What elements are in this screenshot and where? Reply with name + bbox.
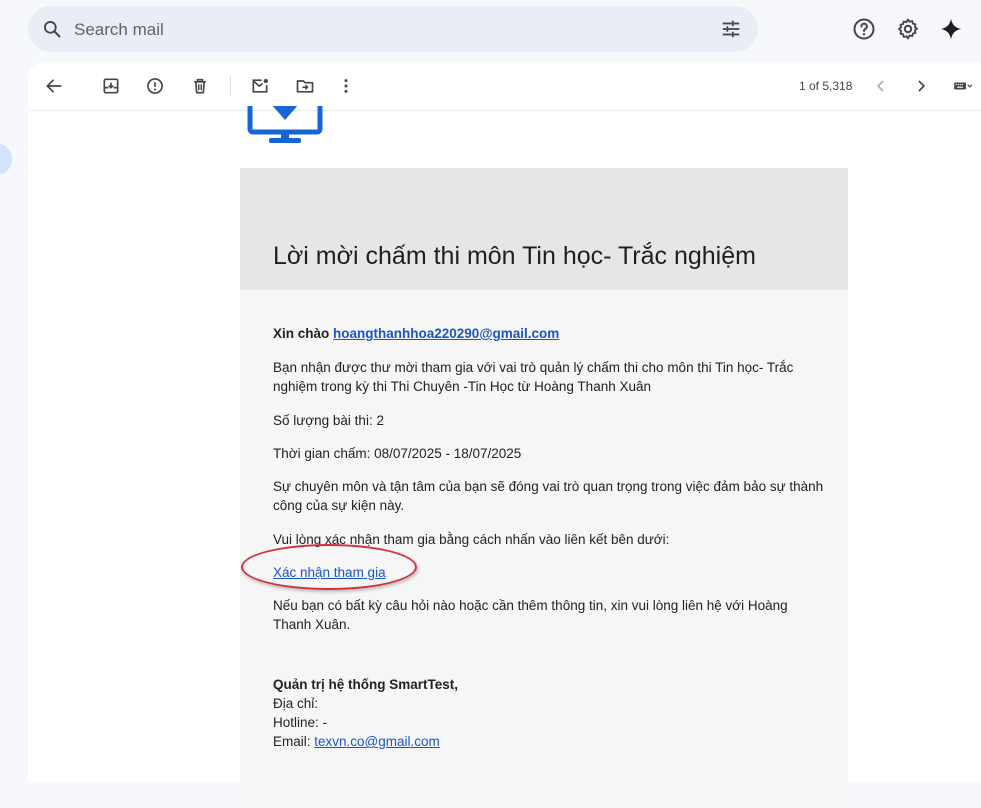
email-body-card: Lời mời chấm thi môn Tin học- Trắc nghiệ… [240,168,848,808]
newer-chevron-left-icon[interactable] [869,74,893,98]
gemini-sparkle-icon[interactable] [939,17,963,41]
signature-address: Địa chỉ: [273,696,319,711]
message-panel: 1 of 5,318 Lời mời chấm thi môn Tin học-… [28,62,981,808]
page-count: 1 of 5,318 [799,79,853,93]
expertise-line-2: công của sự kiện này. [273,498,405,513]
grading-time: Thời gian chấm: 08/07/2025 - 18/07/2025 [273,446,522,461]
search-bar[interactable] [28,6,758,54]
message-toolbar: 1 of 5,318 [28,62,981,111]
report-spam-icon[interactable] [143,74,167,98]
signature-block: Quản trị hệ thống SmartTest, Địa chỉ: Ho… [273,675,828,751]
signature-name: Quản trị hệ thống SmartTest, [273,677,459,692]
sender-logo [247,106,327,148]
contact-line-2: Thanh Xuân. [273,617,351,632]
sidebar-edge-indicator [0,144,12,174]
expertise-paragraph: Sự chuyên môn và tận tâm của bạn sẽ đóng… [273,477,828,515]
older-chevron-right-icon[interactable] [909,74,933,98]
back-arrow-icon[interactable] [42,74,66,98]
search-input[interactable] [72,6,676,54]
contact-line-1: Nếu bạn có bất kỳ câu hỏi nào hoặc cần t… [273,598,788,613]
signature-email-row: Email: texvn.co@gmail.com [273,732,828,751]
more-options-icon[interactable] [334,74,358,98]
signature-email-label: Email: [273,734,315,749]
email-title: Lời mời chấm thi môn Tin học- Trắc nghiệ… [273,242,756,270]
mark-unread-icon[interactable] [248,74,272,98]
toolbar-divider [230,76,231,96]
help-icon[interactable] [852,17,876,41]
intro-paragraph: Bạn nhận được thư mời tham gia với vai t… [273,358,828,396]
expertise-line-1: Sự chuyên môn và tận tâm của bạn sẽ đóng… [273,479,824,494]
contact-paragraph: Nếu bạn có bất kỳ câu hỏi nào hoặc cần t… [273,596,828,634]
greeting-text: Xin chào [273,326,330,341]
input-tools-keyboard-icon[interactable] [946,74,980,98]
email-header-banner: Lời mời chấm thi môn Tin học- Trắc nghiệ… [240,168,848,290]
greeting-line: Xin chào hoangthanhhoa220290@gmail.com [273,324,828,343]
move-to-folder-icon[interactable] [293,74,317,98]
greeting-email-link[interactable]: hoangthanhhoa220290@gmail.com [333,326,559,341]
search-icon[interactable] [42,19,62,39]
intro-line-2: nghiệm trong kỳ thi Thi Chuyên -Tin Học … [273,379,651,394]
intro-line-1: Bạn nhận được thư mời tham gia với vai t… [273,360,794,375]
exam-count: Số lượng bài thi: 2 [273,413,384,428]
settings-gear-icon[interactable] [896,17,920,41]
search-options-icon[interactable] [720,18,742,40]
signature-email-link[interactable]: texvn.co@gmail.com [314,734,440,749]
archive-icon[interactable] [99,74,123,98]
delete-trash-icon[interactable] [188,74,212,98]
highlight-circle-annotation [241,544,417,590]
signature-hotline: Hotline: - [273,715,328,730]
